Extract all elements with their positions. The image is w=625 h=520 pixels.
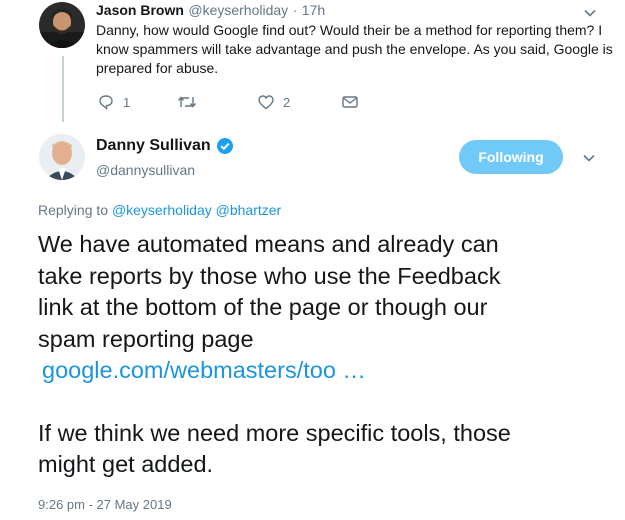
replying-to-handle-1[interactable]: @keyserholiday bbox=[112, 202, 212, 218]
avatar-jason-brown[interactable] bbox=[39, 2, 85, 48]
tweet-text-line: link at the bottom of the page or though… bbox=[38, 294, 488, 320]
tweet-text-line: might get added. bbox=[38, 451, 214, 477]
main-tweet-text: We have automated means and already can … bbox=[38, 229, 618, 481]
like-count: 2 bbox=[283, 94, 291, 110]
like-button[interactable]: 2 bbox=[257, 93, 341, 111]
replying-to-handle-2[interactable]: @bhartzer bbox=[216, 202, 282, 218]
main-author-name[interactable]: Danny Sullivan bbox=[96, 137, 211, 155]
replying-to: Replying to @keyserholiday @bhartzer bbox=[38, 202, 281, 218]
chevron-down-icon bbox=[583, 154, 595, 162]
avatar-danny-sullivan[interactable] bbox=[39, 134, 85, 180]
reply-tweet-header: Jason Brown @keyserholiday · 17h bbox=[96, 2, 325, 20]
tweet-text-line: If we think we need more specific tools,… bbox=[38, 419, 511, 446]
chevron-down-icon bbox=[584, 9, 596, 17]
reply-time[interactable]: 17h bbox=[302, 2, 325, 18]
like-icon bbox=[258, 95, 274, 110]
replying-to-label: Replying to bbox=[38, 202, 109, 218]
reply-icon bbox=[99, 95, 113, 111]
reply-tweet-actions: 1 2 bbox=[97, 93, 359, 111]
verified-badge-icon bbox=[216, 138, 233, 154]
reply-tweet-text: Danny, how would Google find out? Would … bbox=[96, 22, 613, 76]
retweet-icon bbox=[177, 96, 197, 108]
tweet-text-line: take reports by those who use the Feedba… bbox=[38, 262, 501, 289]
reply-author-name[interactable]: Jason Brown bbox=[96, 2, 184, 18]
avatar-image bbox=[39, 134, 85, 180]
reply-separator: · bbox=[292, 2, 298, 18]
thread-connector-line bbox=[62, 56, 64, 122]
tweet-link[interactable]: google.com/webmasters/too … bbox=[38, 355, 618, 387]
main-tweet-menu[interactable] bbox=[582, 151, 596, 170]
reply-author-handle[interactable]: @keyserholiday bbox=[188, 2, 288, 18]
reply-button[interactable]: 1 bbox=[97, 93, 177, 111]
direct-message-button[interactable] bbox=[341, 93, 359, 111]
main-tweet-author: Danny Sullivan bbox=[96, 137, 234, 155]
tweet-text-line: spam reporting page bbox=[38, 325, 254, 352]
retweet-button[interactable] bbox=[177, 93, 257, 111]
reply-count: 1 bbox=[123, 94, 131, 110]
tweet-timestamp[interactable]: 9:26 pm - 27 May 2019 bbox=[38, 497, 172, 512]
tweet-text-line: We have automated means and already can bbox=[38, 231, 499, 257]
message-icon bbox=[342, 96, 358, 108]
following-button[interactable]: Following bbox=[459, 140, 563, 174]
avatar-image bbox=[39, 2, 85, 48]
main-author-handle[interactable]: @dannysullivan bbox=[96, 162, 195, 178]
